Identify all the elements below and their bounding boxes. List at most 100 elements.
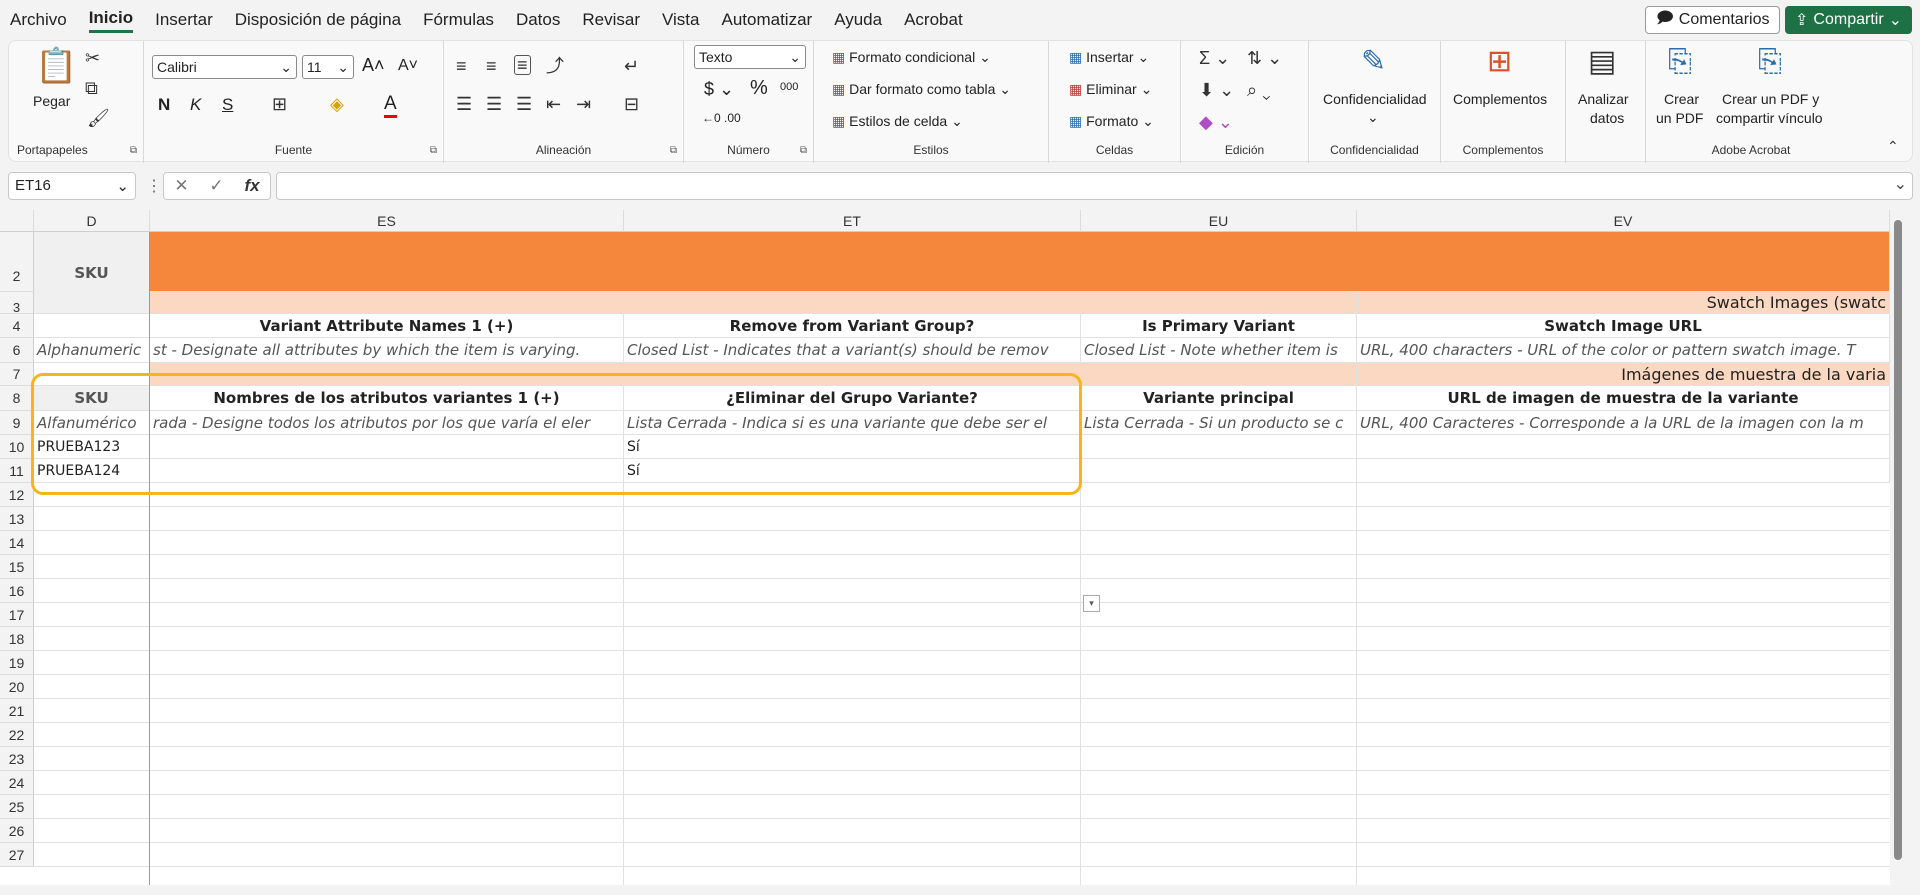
menu-revisar[interactable]: Revisar xyxy=(582,10,640,30)
row-header[interactable]: 26 xyxy=(0,819,34,843)
insert-cells-button[interactable]: ▦ Insertar ⌄ xyxy=(1069,49,1149,66)
decrease-indent-icon[interactable]: ⇤ xyxy=(546,95,561,113)
paste-button[interactable]: Pegar xyxy=(33,93,70,109)
cell-eu4[interactable]: Is Primary Variant xyxy=(1081,314,1357,338)
chevron-down-icon[interactable]: ⌄ xyxy=(1894,174,1907,194)
create-pdf-line1[interactable]: Crear xyxy=(1664,91,1699,107)
cell-ev10[interactable] xyxy=(1357,435,1890,459)
col-header-et[interactable]: ET xyxy=(624,210,1081,232)
banner-row-2[interactable] xyxy=(150,232,1890,292)
cell-ev7[interactable]: Imágenes de muestra de la varia xyxy=(1357,363,1890,386)
cell-et11[interactable]: Sí xyxy=(624,459,1081,483)
row-header[interactable]: 17 xyxy=(0,603,34,627)
share-button[interactable]: ⇪ Compartir ⌄ xyxy=(1785,6,1913,34)
col-header-eu[interactable]: EU xyxy=(1081,210,1357,232)
align-center-icon[interactable]: ☰ xyxy=(486,95,502,113)
format-painter-icon[interactable]: 🖌 xyxy=(87,109,110,127)
launcher-icon[interactable]: ⧉ xyxy=(670,145,677,156)
thousands-icon[interactable]: 000 xyxy=(780,81,798,93)
menu-inicio[interactable]: Inicio xyxy=(88,8,134,33)
cell-d4[interactable] xyxy=(34,314,150,338)
fill-icon[interactable]: ⬇ ⌄ xyxy=(1199,81,1234,99)
cell-d9[interactable]: Alfanumérico xyxy=(34,411,150,435)
cell-d11[interactable]: PRUEBA124 xyxy=(34,459,150,483)
empty-rows[interactable] xyxy=(34,483,1890,867)
cell-ev6[interactable]: URL, 400 characters - URL of the color o… xyxy=(1357,338,1890,363)
format-table-button[interactable]: ▦ Dar formato como tabla ⌄ xyxy=(832,81,1011,98)
copy-icon[interactable]: ⧉ xyxy=(85,79,98,97)
cell-styles-button[interactable]: ▦ Estilos de celda ⌄ xyxy=(832,113,963,130)
font-color-icon[interactable]: A xyxy=(384,93,397,118)
conditional-format-button[interactable]: ▦ Formato condicional ⌄ xyxy=(832,49,991,66)
orientation-icon[interactable]: ⤴ xyxy=(546,57,564,75)
row-header[interactable]: 4 xyxy=(0,314,34,338)
cell-eu6[interactable]: Closed List - Note whether item is xyxy=(1081,338,1357,363)
cell-es4[interactable]: Variant Attribute Names 1 (+) xyxy=(150,314,624,338)
paste-icon[interactable]: 📋 xyxy=(35,49,77,83)
cell-row7-es-eu[interactable] xyxy=(150,363,1357,386)
menu-vista[interactable]: Vista xyxy=(662,10,700,30)
row-header[interactable]: 6 xyxy=(0,338,34,363)
align-left-icon[interactable]: ☰ xyxy=(456,95,472,113)
confirm-icon[interactable]: ✓ xyxy=(209,176,223,196)
sensitivity-button[interactable]: Confidencialidad xyxy=(1323,91,1427,107)
cell-eu9[interactable]: Lista Cerrada - Si un producto se c xyxy=(1081,411,1357,435)
cell-eu8[interactable]: Variante principal xyxy=(1081,386,1357,411)
launcher-icon[interactable]: ⧉ xyxy=(130,145,137,156)
cell-es6[interactable]: st - Designate all attributes by which t… xyxy=(150,338,624,363)
vertical-scrollbar[interactable] xyxy=(1890,210,1905,885)
align-right-icon[interactable]: ☰ xyxy=(516,95,532,113)
collapse-ribbon-icon[interactable]: ⌃ xyxy=(1887,139,1899,153)
row-header[interactable]: 13 xyxy=(0,507,34,531)
share-pdf-line2[interactable]: compartir vínculo xyxy=(1716,110,1823,126)
align-top-icon[interactable]: ≡ xyxy=(456,57,467,75)
col-header-d[interactable]: D xyxy=(34,210,150,232)
cell-es10[interactable] xyxy=(150,435,624,459)
find-icon[interactable]: ⌕ ⌄ xyxy=(1247,81,1271,99)
row-header[interactable]: 15 xyxy=(0,555,34,579)
analyze-button-line1[interactable]: Analizar xyxy=(1578,91,1629,107)
merge-center-icon[interactable]: ⊟ xyxy=(624,95,639,113)
col-header-es[interactable]: ES xyxy=(150,210,624,232)
fill-color-icon[interactable]: ◈ xyxy=(330,95,344,113)
share-pdf-line1[interactable]: Crear un PDF y xyxy=(1722,91,1819,107)
cell-es8[interactable]: Nombres de los atributos variantes 1 (+) xyxy=(150,386,624,411)
cell-et4[interactable]: Remove from Variant Group? xyxy=(624,314,1081,338)
row-header[interactable]: 24 xyxy=(0,771,34,795)
row-header[interactable]: 2 xyxy=(0,232,34,292)
cell-et9[interactable]: Lista Cerrada - Indica si es una variant… xyxy=(624,411,1081,435)
borders-icon[interactable]: ⊞ xyxy=(272,95,287,113)
italic-button[interactable]: K xyxy=(190,95,201,115)
row-header[interactable]: 20 xyxy=(0,675,34,699)
menu-disposicion[interactable]: Disposición de página xyxy=(235,10,401,30)
increase-decimal-icon[interactable]: ←0 .00 xyxy=(702,111,741,125)
row-header[interactable]: 22 xyxy=(0,723,34,747)
cell-ev4[interactable]: Swatch Image URL xyxy=(1357,314,1890,338)
row-header[interactable]: 11 xyxy=(0,459,34,483)
cell-ev8[interactable]: URL de imagen de muestra de la variante xyxy=(1357,386,1890,411)
row-header[interactable]: 8 xyxy=(0,386,34,411)
currency-icon[interactable]: $ ⌄ xyxy=(704,79,734,100)
row-header[interactable]: 16 xyxy=(0,579,34,603)
autosum-icon[interactable]: Σ ⌄ xyxy=(1199,49,1230,67)
delete-cells-button[interactable]: ▦ Eliminar ⌄ xyxy=(1069,81,1152,98)
menu-formulas[interactable]: Fórmulas xyxy=(423,10,494,30)
percent-icon[interactable]: % xyxy=(750,77,768,100)
clear-icon[interactable]: ◆ ⌄ xyxy=(1199,113,1233,131)
cell-et10[interactable]: Sí xyxy=(624,435,1081,459)
launcher-icon[interactable]: ⧉ xyxy=(430,145,437,156)
row-header[interactable]: 23 xyxy=(0,747,34,771)
formula-input[interactable] xyxy=(276,172,1913,200)
select-all-corner[interactable] xyxy=(0,210,34,232)
format-cells-button[interactable]: ▦ Formato ⌄ xyxy=(1069,113,1154,130)
font-size-select[interactable]: 11 ⌄ xyxy=(302,55,354,79)
cell-row3-es-eu[interactable] xyxy=(150,292,1357,314)
row-header[interactable]: 21 xyxy=(0,699,34,723)
addins-icon[interactable]: ⊞ xyxy=(1487,47,1512,77)
create-pdf-line2[interactable]: un PDF xyxy=(1656,110,1703,126)
cell-d10[interactable]: PRUEBA123 xyxy=(34,435,150,459)
row-header[interactable]: 12 xyxy=(0,483,34,507)
sensitivity-icon[interactable]: ✎ xyxy=(1361,47,1386,77)
addins-button[interactable]: Complementos xyxy=(1453,91,1547,107)
wrap-text-icon[interactable]: ↵ xyxy=(624,57,639,75)
